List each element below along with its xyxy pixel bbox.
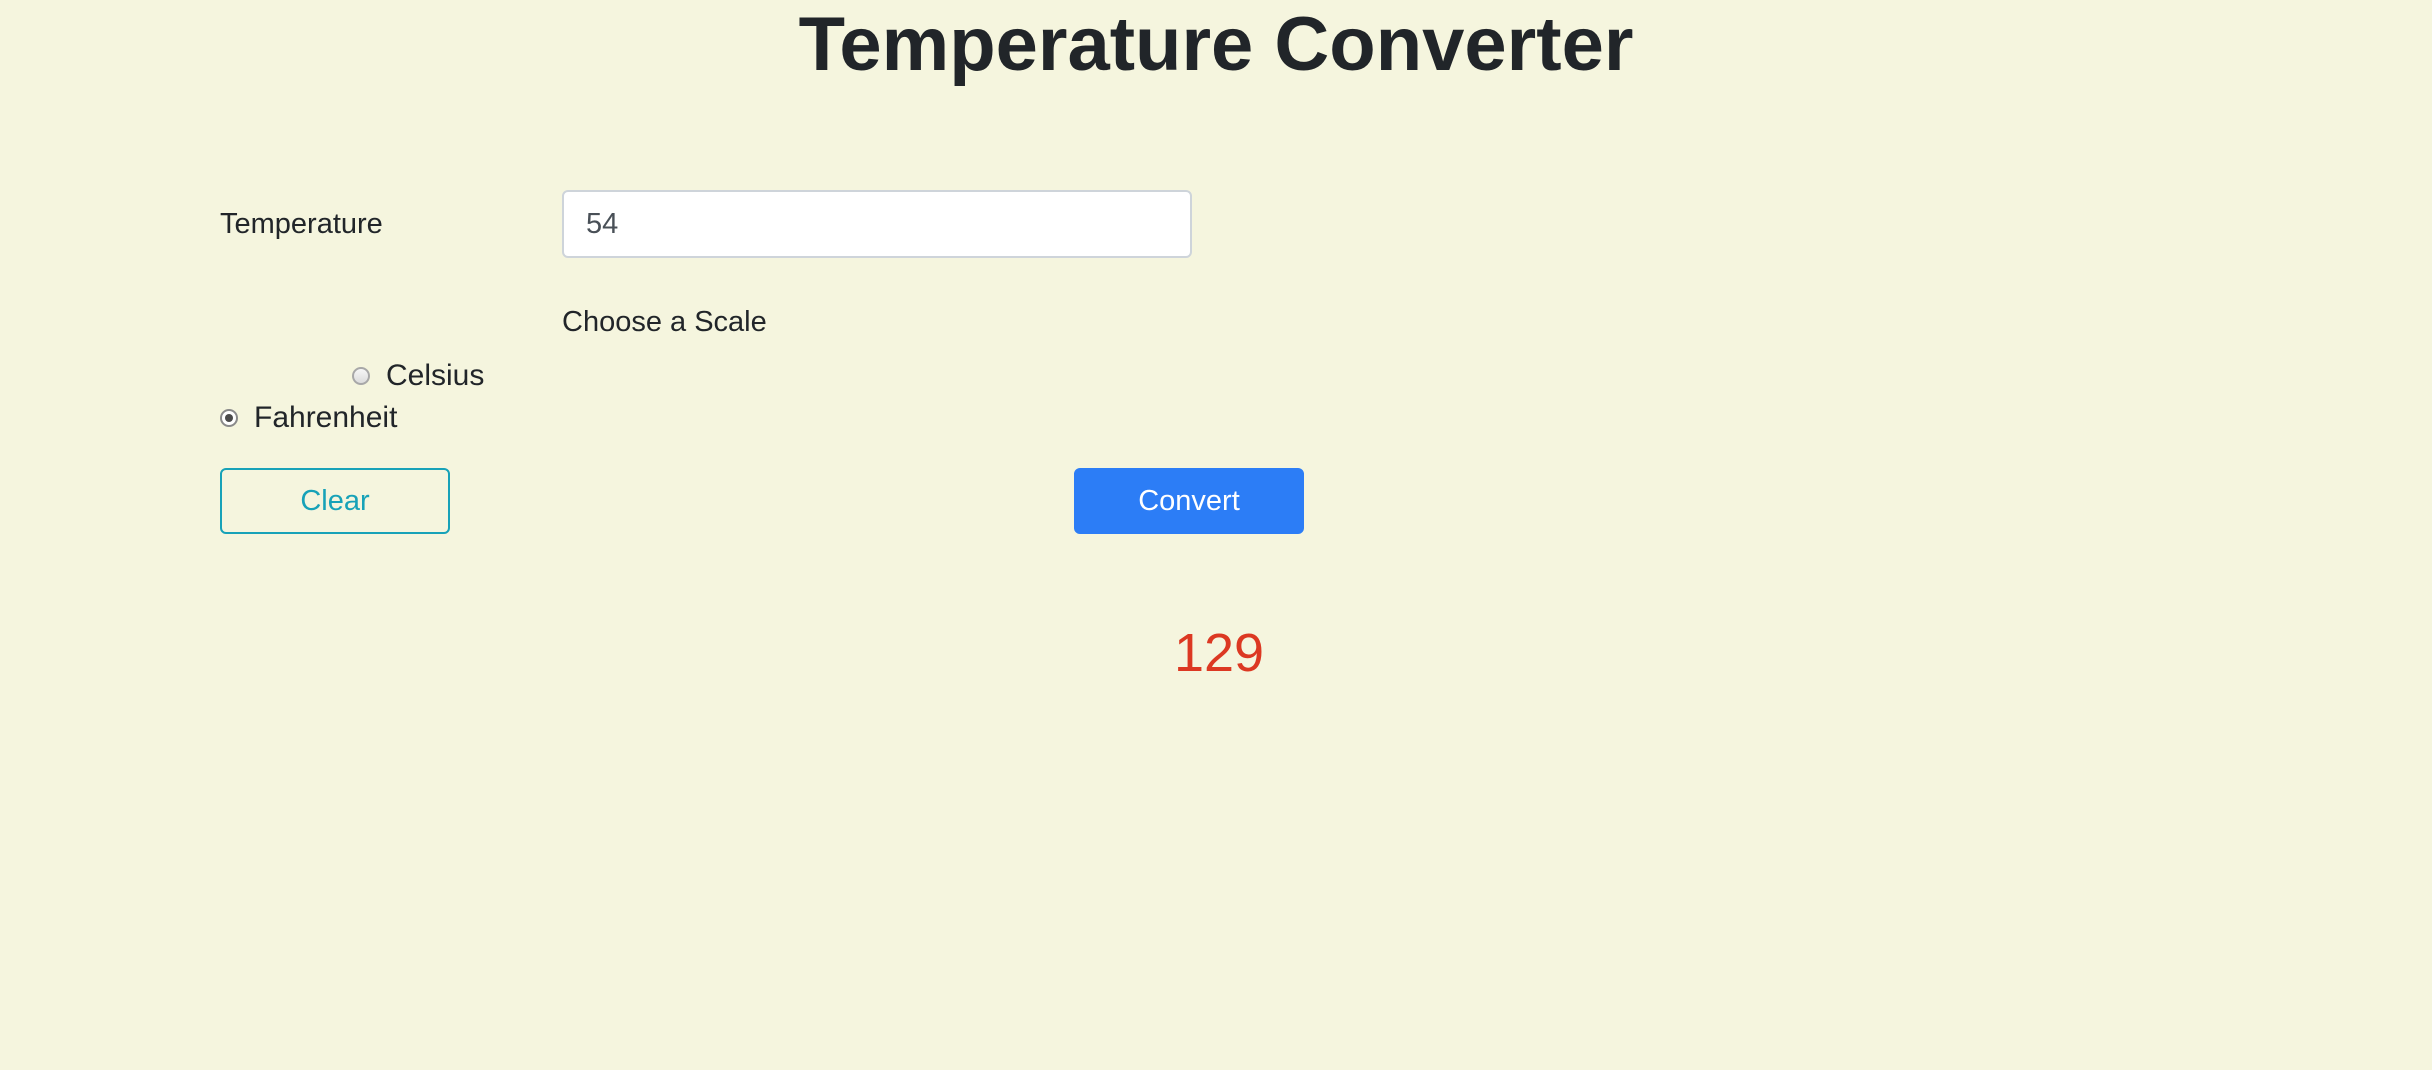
celsius-label: Celsius (386, 359, 485, 392)
temperature-label: Temperature (220, 208, 383, 240)
temperature-input[interactable] (562, 190, 1192, 258)
scale-heading: Choose a Scale (562, 306, 767, 338)
fahrenheit-radio[interactable] (220, 409, 238, 427)
page-title: Temperature Converter (798, 2, 1634, 87)
conversion-result: 129 (1173, 623, 1265, 683)
clear-button[interactable]: Clear (220, 468, 450, 534)
convert-button[interactable]: Convert (1074, 468, 1304, 534)
fahrenheit-label: Fahrenheit (254, 401, 398, 434)
celsius-radio[interactable] (352, 367, 370, 385)
fahrenheit-option[interactable]: Fahrenheit (220, 398, 397, 438)
celsius-option[interactable]: Celsius (352, 356, 484, 396)
